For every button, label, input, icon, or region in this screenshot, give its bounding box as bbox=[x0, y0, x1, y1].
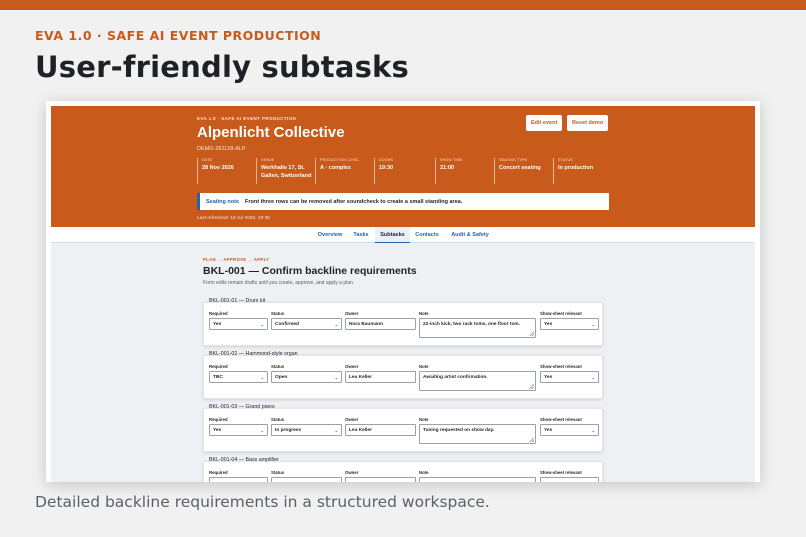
event-code: DEMO-261128-ALP bbox=[197, 146, 246, 152]
owner-input[interactable] bbox=[345, 477, 416, 482]
app-eyebrow: EVA 1.0 · SAFE AI EVENT PRODUCTION bbox=[197, 116, 297, 121]
edit-event-button[interactable]: Edit event bbox=[526, 115, 563, 131]
app-screenshot: EVA 1.0 · SAFE AI EVENT PRODUCTION Alpen… bbox=[46, 101, 760, 482]
fact-production-level: PRODUCTION LEVEL A · complex bbox=[315, 158, 374, 184]
required-label: Required bbox=[209, 417, 228, 422]
chevron-down-icon: ⌄ bbox=[260, 322, 264, 327]
fact-date: DATE 28 Nov 2026 bbox=[197, 158, 256, 184]
subtask-card: BKL-001-02 — Hammond-style organ Require… bbox=[203, 351, 603, 399]
tab-tasks[interactable]: Tasks bbox=[350, 227, 372, 243]
show-sheet-select[interactable]: Yes ⌄ bbox=[540, 424, 599, 436]
chevron-down-icon: ⌄ bbox=[334, 428, 338, 433]
reset-demo-button[interactable]: Reset demo bbox=[567, 115, 609, 131]
note-textarea[interactable]: 22-inch kick, two rack toms, one floor t… bbox=[419, 318, 536, 338]
accent-stripe bbox=[0, 0, 806, 10]
slide-headline: User-friendly subtasks bbox=[35, 50, 409, 84]
required-select[interactable]: TBC ⌄ bbox=[209, 371, 268, 383]
required-select[interactable]: Yes ⌄ bbox=[209, 318, 268, 330]
note-label: Note bbox=[419, 364, 429, 369]
chevron-down-icon: ⌄ bbox=[591, 428, 595, 433]
fact-show-time: SHOW TIME 21:00 bbox=[435, 158, 494, 184]
resize-handle-icon[interactable] bbox=[529, 384, 534, 389]
page-subtitle: Form edits remain drafts until you creat… bbox=[203, 280, 355, 286]
owner-label: Owner bbox=[345, 417, 359, 422]
note-textarea[interactable]: Tuning requested on show day. bbox=[419, 424, 536, 444]
last-refreshed: Last refreshed: 18 Jul 2026, 19:38 bbox=[197, 216, 270, 221]
status-label: Status bbox=[271, 311, 285, 316]
page-title: BKL-001 — Confirm backline requirements bbox=[203, 265, 417, 277]
chevron-down-icon: ⌄ bbox=[260, 428, 264, 433]
chevron-down-icon: ⌄ bbox=[334, 322, 338, 327]
workflow-label: PLAN → APPROVE → APPLY bbox=[203, 257, 270, 262]
seating-note-text: Front three rows can be removed after so… bbox=[245, 198, 463, 205]
owner-label: Owner bbox=[345, 364, 359, 369]
event-name: Alpenlicht Collective bbox=[197, 124, 345, 141]
required-select[interactable]: Yes ⌄ bbox=[209, 424, 268, 436]
fact-doors: DOORS 19:30 bbox=[374, 158, 435, 184]
slide-eyebrow: EVA 1.0 · SAFE AI EVENT PRODUCTION bbox=[35, 28, 322, 43]
tab-contacts[interactable]: Contacts bbox=[412, 227, 442, 243]
event-header: EVA 1.0 · SAFE AI EVENT PRODUCTION Alpen… bbox=[51, 106, 755, 227]
chevron-down-icon: ⌄ bbox=[591, 322, 595, 327]
required-select[interactable] bbox=[209, 477, 268, 482]
subtask-card: BKL-001-03 — Grand piano Required Status… bbox=[203, 404, 603, 452]
fact-venue: VENUE Werkhalle 17, St. Gallen, Switzerl… bbox=[256, 158, 315, 184]
owner-input[interactable]: Nora Baumann bbox=[345, 318, 416, 330]
status-label: Status bbox=[271, 470, 285, 475]
fact-seating-type: SEATING TYPE Concert seating bbox=[494, 158, 553, 184]
note-label: Note bbox=[419, 311, 429, 316]
required-label: Required bbox=[209, 364, 228, 369]
chevron-down-icon: ⌄ bbox=[260, 375, 264, 380]
chevron-down-icon: ⌄ bbox=[591, 375, 595, 380]
show-sheet-select[interactable]: Yes ⌄ bbox=[540, 318, 599, 330]
fact-status: STATUS In production bbox=[553, 158, 608, 184]
status-label: Status bbox=[271, 364, 285, 369]
app-window: EVA 1.0 · SAFE AI EVENT PRODUCTION Alpen… bbox=[51, 106, 755, 482]
subtask-card: BKL-001-01 — Drum kit Required Status Ow… bbox=[203, 298, 603, 346]
tab-overview[interactable]: Overview bbox=[314, 227, 346, 243]
show-sheet-label: Show-sheet relevant bbox=[540, 417, 582, 422]
subtask-title: BKL-001-01 — Drum kit bbox=[209, 298, 266, 304]
subtask-title: BKL-001-04 — Bass amplifier bbox=[209, 457, 279, 463]
event-facts: DATE 28 Nov 2026 VENUE Werkhalle 17, St.… bbox=[197, 158, 608, 184]
owner-input[interactable]: Lea Keller bbox=[345, 424, 416, 436]
subtask-card: BKL-001-04 — Bass amplifier Required Sta… bbox=[203, 457, 603, 482]
resize-handle-icon[interactable] bbox=[529, 437, 534, 442]
seating-note-label: Seating note bbox=[206, 198, 240, 205]
tab-audit-safety[interactable]: Audit & Safety bbox=[446, 227, 494, 243]
show-sheet-select[interactable] bbox=[540, 477, 599, 482]
note-textarea[interactable] bbox=[419, 477, 536, 482]
tab-subtasks[interactable]: Subtasks bbox=[375, 227, 410, 243]
note-label: Note bbox=[419, 417, 429, 422]
owner-input[interactable]: Lea Keller bbox=[345, 371, 416, 383]
show-sheet-label: Show-sheet relevant bbox=[540, 470, 582, 475]
status-select[interactable]: Confirmed ⌄ bbox=[271, 318, 342, 330]
owner-label: Owner bbox=[345, 311, 359, 316]
required-label: Required bbox=[209, 311, 228, 316]
required-label: Required bbox=[209, 470, 228, 475]
status-select[interactable]: In progress ⌄ bbox=[271, 424, 342, 436]
note-label: Note bbox=[419, 470, 429, 475]
subtask-title: BKL-001-03 — Grand piano bbox=[209, 404, 275, 410]
chevron-down-icon: ⌄ bbox=[334, 375, 338, 380]
status-select[interactable] bbox=[271, 477, 342, 482]
owner-label: Owner bbox=[345, 470, 359, 475]
show-sheet-label: Show-sheet relevant bbox=[540, 364, 582, 369]
note-textarea[interactable]: Awaiting artist confirmation. bbox=[419, 371, 536, 391]
slide-caption: Detailed backline requirements in a stru… bbox=[35, 493, 490, 511]
show-sheet-select[interactable]: Yes ⌄ bbox=[540, 371, 599, 383]
resize-handle-icon[interactable] bbox=[529, 331, 534, 336]
tab-bar: Overview Tasks Subtasks Contacts Audit &… bbox=[51, 227, 755, 243]
subtask-title: BKL-001-02 — Hammond-style organ bbox=[209, 351, 298, 357]
status-select[interactable]: Open ⌄ bbox=[271, 371, 342, 383]
show-sheet-label: Show-sheet relevant bbox=[540, 311, 582, 316]
seating-note: Seating note Front three rows can be rem… bbox=[197, 193, 609, 210]
status-label: Status bbox=[271, 417, 285, 422]
